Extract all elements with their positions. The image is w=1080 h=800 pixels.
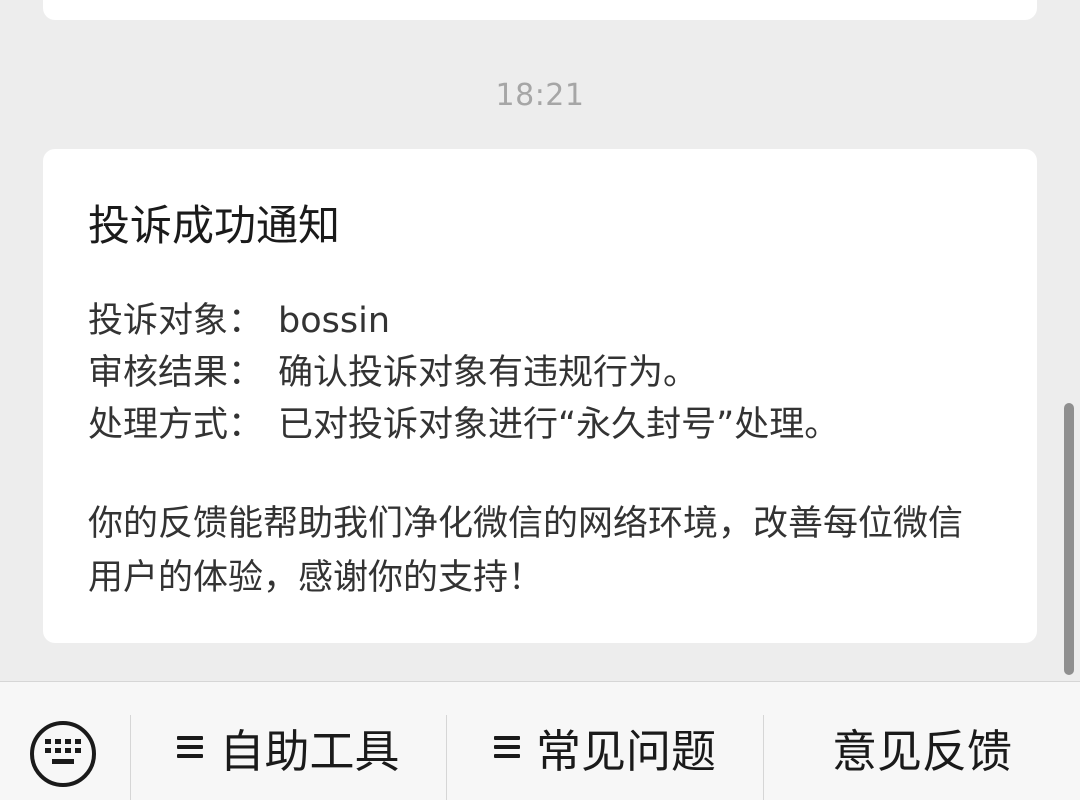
- detail-label: 处理方式：: [88, 405, 264, 445]
- menu-list-icon: [177, 734, 204, 760]
- notice-message: 你的反馈能帮助我们净化微信的网络环境，改善每位微信用户的体验，感谢你的支持！: [88, 504, 964, 598]
- bottom-menu-bar: 自助工具 常见问题 意见反馈: [0, 681, 1080, 800]
- detail-label: 审核结果：: [88, 353, 264, 393]
- menu-button-label: 自助工具: [219, 724, 400, 778]
- menu-button-label: 常见问题: [535, 724, 716, 778]
- complaint-success-notice-card[interactable]: 投诉成功通知 投诉对象： bossin 审核结果： 确认投诉对象有违规行为。 处理方…: [43, 149, 1037, 643]
- faq-button[interactable]: 常见问题: [447, 712, 763, 782]
- keyboard-toggle-button[interactable]: [0, 682, 130, 800]
- message-timestamp: 18:21: [495, 78, 585, 113]
- detail-value: bossin: [278, 301, 391, 341]
- feedback-button[interactable]: 意见反馈: [764, 712, 1080, 782]
- keyboard-icon: [30, 721, 96, 787]
- notice-details: 投诉对象： bossin 审核结果： 确认投诉对象有违规行为。 处理方式： 已对投诉对…: [88, 295, 839, 451]
- detail-row-complaint-target: 投诉对象： bossin: [88, 295, 839, 347]
- detail-label: 投诉对象：: [88, 301, 264, 341]
- scrollbar[interactable]: [1064, 403, 1074, 675]
- detail-row-review-result: 审核结果： 确认投诉对象有违规行为。: [88, 347, 839, 399]
- previous-message-card: [43, 0, 1037, 20]
- detail-value: 已对投诉对象进行“永久封号”处理。: [278, 405, 840, 445]
- notice-title: 投诉成功通知: [88, 201, 341, 250]
- detail-value: 确认投诉对象有违规行为。: [278, 353, 699, 393]
- self-service-tools-button[interactable]: 自助工具: [131, 712, 446, 782]
- menu-list-icon: [493, 734, 520, 760]
- menu-button-label: 意见反馈: [831, 724, 1012, 778]
- detail-row-handling-method: 处理方式： 已对投诉对象进行“永久封号”处理。: [88, 399, 839, 451]
